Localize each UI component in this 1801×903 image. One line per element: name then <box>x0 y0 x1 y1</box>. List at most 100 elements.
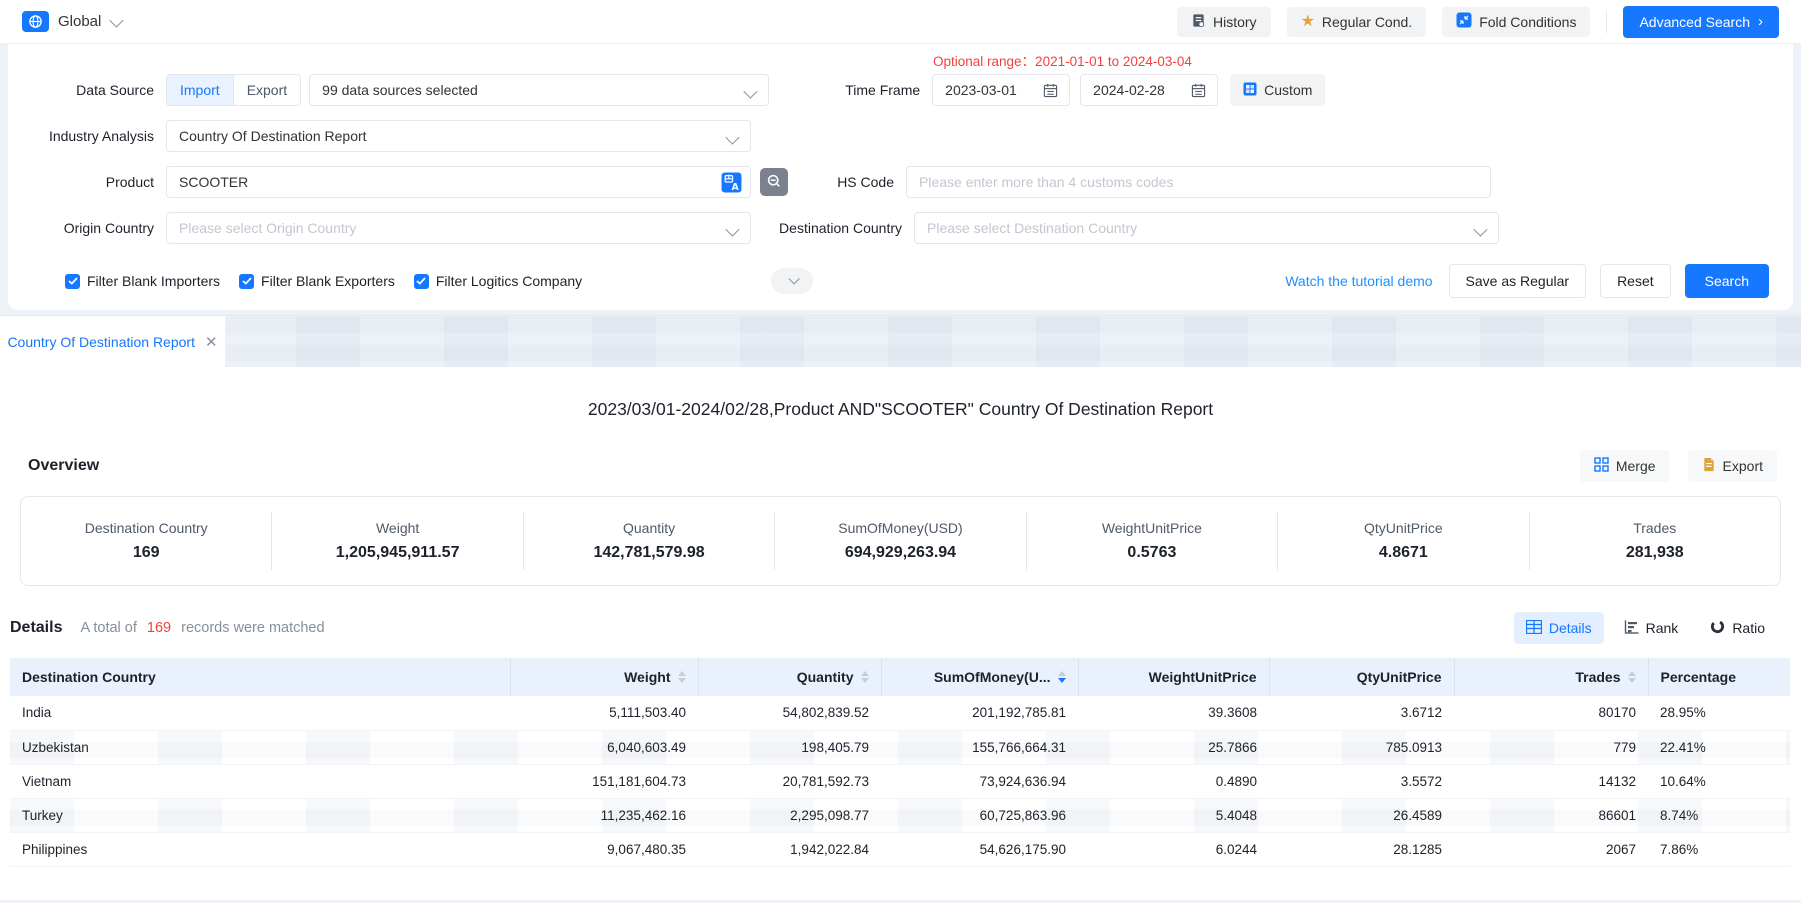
sort-icon[interactable] <box>1628 671 1636 683</box>
view-rank-button[interactable]: Rank <box>1612 612 1691 644</box>
cell-trades: 86601 <box>1454 798 1648 832</box>
fold-conditions-button[interactable]: Fold Conditions <box>1442 7 1590 37</box>
region-label: Global <box>58 13 101 30</box>
cell-quantity: 198,405.79 <box>698 730 881 764</box>
stat-value: 281,938 <box>1538 544 1772 562</box>
export-toggle[interactable]: Export <box>233 75 300 105</box>
history-button[interactable]: History <box>1177 7 1271 37</box>
column-header-quantity[interactable]: Quantity <box>698 658 881 696</box>
region-selector[interactable]: Global <box>22 11 120 32</box>
cell-trades: 14132 <box>1454 764 1648 798</box>
exclude-icon <box>766 173 782 192</box>
filter-logitics-company-checkbox[interactable]: Filter Logitics Company <box>414 273 582 289</box>
tutorial-link[interactable]: Watch the tutorial demo <box>1285 273 1432 289</box>
industry-analysis-select[interactable]: Country Of Destination Report <box>166 120 751 152</box>
stat-value: 4.8671 <box>1286 544 1520 562</box>
view-details-button[interactable]: Details <box>1514 612 1604 644</box>
cell-country: Uzbekistan <box>10 730 510 764</box>
filter-blank-importers-checkbox[interactable]: Filter Blank Importers <box>65 273 220 289</box>
cell-country: India <box>10 696 510 730</box>
merge-button[interactable]: Merge <box>1580 450 1670 482</box>
data-source-toggle: Import Export <box>166 74 301 106</box>
date-start-input[interactable]: 2023-03-01 <box>932 74 1070 106</box>
stat-label: Quantity <box>532 520 766 536</box>
date-end-input[interactable]: 2024-02-28 <box>1080 74 1218 106</box>
stat-label: Destination Country <box>29 520 263 536</box>
stat-value: 142,781,579.98 <box>532 544 766 562</box>
table-row[interactable]: Turkey 11,235,462.16 2,295,098.77 60,725… <box>10 798 1790 832</box>
export-button[interactable]: Export <box>1688 450 1777 482</box>
cell-weight: 9,067,480.35 <box>510 832 698 866</box>
cell-sumofmoney: 54,626,175.90 <box>881 832 1078 866</box>
cell-trades: 80170 <box>1454 696 1648 730</box>
chevron-down-icon <box>788 273 799 284</box>
import-toggle[interactable]: Import <box>167 75 233 105</box>
data-sources-select[interactable]: 99 data sources selected <box>309 74 769 106</box>
cell-weight: 151,181,604.73 <box>510 764 698 798</box>
cell-quantity: 1,942,022.84 <box>698 832 881 866</box>
industry-analysis-value: Country Of Destination Report <box>179 128 367 144</box>
chevron-down-icon <box>725 131 739 145</box>
sort-icon[interactable] <box>861 671 869 683</box>
merge-label: Merge <box>1616 458 1656 474</box>
merge-icon <box>1594 457 1609 475</box>
table-row[interactable]: Vietnam 151,181,604.73 20,781,592.73 73,… <box>10 764 1790 798</box>
cell-qtyunitprice: 26.4589 <box>1269 798 1454 832</box>
save-as-regular-button[interactable]: Save as Regular <box>1449 264 1587 298</box>
stat-label: WeightUnitPrice <box>1035 520 1269 536</box>
stat-label: Weight <box>280 520 514 536</box>
export-file-icon <box>1702 457 1716 475</box>
overview-stat: WeightUnitPrice 0.5763 <box>1026 512 1277 570</box>
column-header-trades[interactable]: Trades <box>1454 658 1648 696</box>
destination-country-select[interactable]: Please select Destination Country <box>914 212 1499 244</box>
report-title: 2023/03/01-2024/02/28,Product AND"SCOOTE… <box>0 367 1801 420</box>
globe-icon <box>22 11 49 32</box>
column-header-weight[interactable]: Weight <box>510 658 698 696</box>
translate-icon[interactable]: A <box>721 172 742 196</box>
matched-suffix: records were matched <box>181 620 324 636</box>
sort-desc-active-icon[interactable] <box>1058 671 1066 683</box>
origin-country-select[interactable]: Please select Origin Country <box>166 212 751 244</box>
product-field: A <box>166 166 751 198</box>
cell-weight: 6,040,603.49 <box>510 730 698 764</box>
table-header-row: Destination Country Weight Quantity SumO… <box>10 658 1790 696</box>
table-row[interactable]: Uzbekistan 6,040,603.49 198,405.79 155,7… <box>10 730 1790 764</box>
cell-qtyunitprice: 3.5572 <box>1269 764 1454 798</box>
table-row[interactable]: India 5,111,503.40 54,802,839.52 201,192… <box>10 696 1790 730</box>
regular-cond-label: Regular Cond. <box>1322 14 1412 30</box>
cell-percentage: 22.41% <box>1648 730 1790 764</box>
exclude-keywords-button[interactable] <box>760 168 788 196</box>
column-header-weightunitprice: WeightUnitPrice <box>1078 658 1269 696</box>
hs-code-input[interactable] <box>919 174 1478 190</box>
overview-stat: Trades 281,938 <box>1529 512 1780 570</box>
regular-cond-button[interactable]: ★ Regular Cond. <box>1287 7 1427 37</box>
arrow-right-icon: › <box>1758 14 1763 29</box>
overview-stat: Weight 1,205,945,911.57 <box>271 512 522 570</box>
cell-country: Philippines <box>10 832 510 866</box>
table-row[interactable]: Philippines 9,067,480.35 1,942,022.84 54… <box>10 832 1790 866</box>
reset-button[interactable]: Reset <box>1600 264 1671 298</box>
view-ratio-button[interactable]: Ratio <box>1698 612 1777 644</box>
stat-value: 0.5763 <box>1035 544 1269 562</box>
product-input[interactable] <box>179 174 710 190</box>
cell-weightunitprice: 25.7866 <box>1078 730 1269 764</box>
column-header-sumofmoney[interactable]: SumOfMoney(U... <box>881 658 1078 696</box>
cell-quantity: 20,781,592.73 <box>698 764 881 798</box>
advanced-search-button[interactable]: Advanced Search › <box>1623 6 1779 38</box>
cell-weightunitprice: 39.3608 <box>1078 696 1269 730</box>
search-conditions-panel: Optional range：2021-01-01 to 2024-03-04 … <box>8 44 1793 310</box>
tab-country-of-destination-report[interactable]: Country Of Destination Report ✕ <box>0 316 226 367</box>
close-icon[interactable]: ✕ <box>205 333 218 351</box>
search-button[interactable]: Search <box>1685 264 1769 298</box>
custom-range-button[interactable]: Custom <box>1230 74 1325 106</box>
industry-analysis-label: Industry Analysis <box>8 128 166 144</box>
filter-blank-exporters-checkbox[interactable]: Filter Blank Exporters <box>239 273 395 289</box>
collapse-conditions-button[interactable] <box>771 268 813 294</box>
overview-stat: QtyUnitPrice 4.8671 <box>1277 512 1528 570</box>
overview-card: Destination Country 169 Weight 1,205,945… <box>20 496 1781 586</box>
sort-icon[interactable] <box>678 671 686 683</box>
chevron-down-icon <box>110 13 124 27</box>
view-details-label: Details <box>1549 620 1592 636</box>
checkbox-checked-icon <box>414 274 429 289</box>
details-table: Destination Country Weight Quantity SumO… <box>10 658 1790 867</box>
